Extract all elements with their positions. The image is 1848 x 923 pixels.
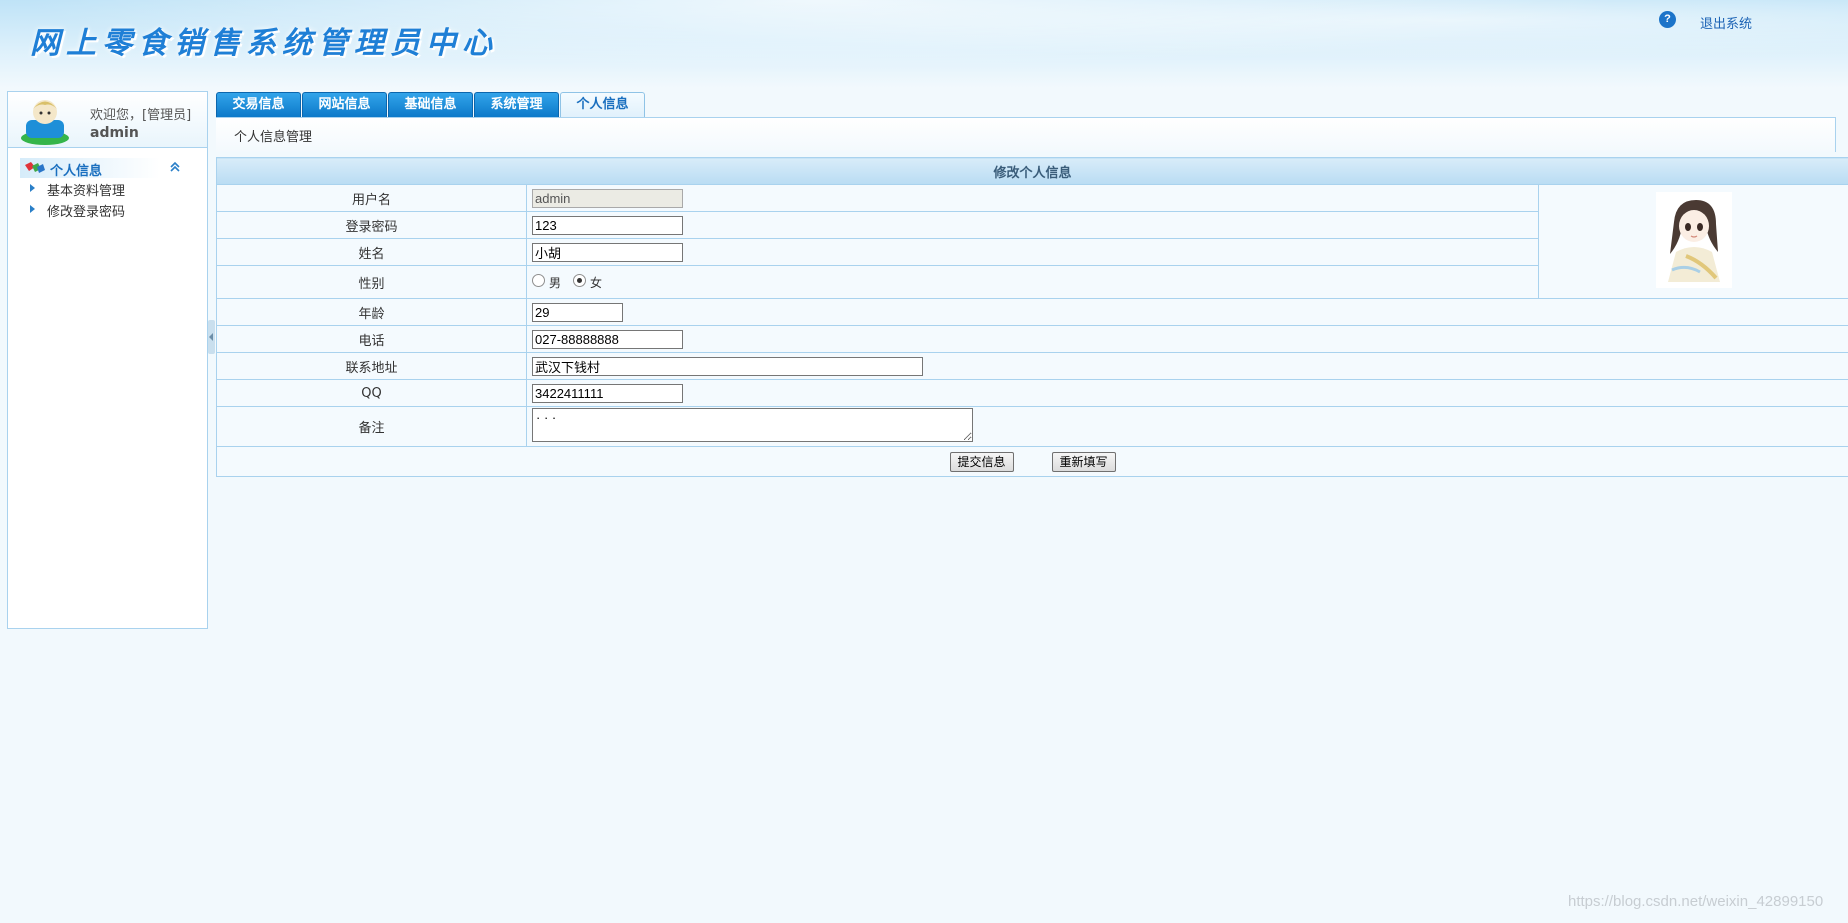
- address-field[interactable]: [532, 356, 923, 376]
- qq-label: QQ: [216, 379, 527, 407]
- sidebar-item-label: 基本资料管理: [47, 184, 126, 199]
- name-field[interactable]: [532, 242, 683, 262]
- phone-field[interactable]: [532, 329, 683, 349]
- qq-field[interactable]: [532, 383, 683, 403]
- profile-photo: [1655, 191, 1732, 288]
- watermark-text: https://blog.csdn.net/weixin_42899150: [1568, 893, 1824, 910]
- gender-radio-group: 男女: [526, 265, 1539, 299]
- menu-group-personal-info[interactable]: 个人信息: [20, 158, 207, 179]
- age-label: 年龄: [216, 298, 527, 326]
- tab-transaction-info[interactable]: 交易信息: [216, 92, 301, 117]
- admin-username: admin: [90, 125, 139, 141]
- gender-male-radio[interactable]: [532, 273, 545, 287]
- edit-profile-form: 修改个人信息 用户名 登录密: [215, 157, 1848, 477]
- menu-group-label: 个人信息: [50, 164, 103, 179]
- tab-basic-info[interactable]: 基础信息: [388, 92, 473, 117]
- gender-female-radio[interactable]: [573, 273, 587, 287]
- username-field[interactable]: [532, 188, 683, 208]
- name-label: 姓名: [216, 238, 527, 266]
- sidebar: 欢迎您，[管理员] admin 个人信息 基本资料管理 修改登录密码: [7, 91, 208, 629]
- welcome-text: 欢迎您，[管理员]: [90, 108, 192, 123]
- form-actions: 提交信息 重新填写: [215, 446, 1848, 477]
- collapse-up-icon[interactable]: [169, 161, 181, 173]
- remark-textarea[interactable]: · · ·: [532, 408, 973, 442]
- profile-form-table: 修改个人信息 用户名 登录密: [215, 157, 1848, 477]
- form-caption: 修改个人信息: [215, 157, 1848, 185]
- age-field[interactable]: [532, 302, 623, 322]
- tab-personal-info[interactable]: 个人信息: [560, 92, 645, 119]
- password-field[interactable]: [532, 215, 683, 235]
- breadcrumb: 个人信息管理: [234, 130, 313, 145]
- top-banner: 网上零食销售系统管理员中心 ? 退出系统: [0, 0, 1848, 88]
- arrow-right-icon: [30, 184, 35, 192]
- system-title: 网上零食销售系统管理员中心: [30, 26, 498, 61]
- photo-cell: [1537, 184, 1848, 299]
- gender-label: 性别: [216, 265, 527, 299]
- submit-button[interactable]: 提交信息: [949, 451, 1014, 472]
- user-avatar-icon: [21, 100, 69, 145]
- breadcrumb-bar: 个人信息管理: [216, 117, 1836, 152]
- arrow-right-icon: [30, 205, 35, 213]
- gender-male-label: 男: [549, 275, 562, 290]
- reset-button[interactable]: 重新填写: [1051, 451, 1116, 472]
- sidebar-item-basic-profile[interactable]: 基本资料管理: [20, 178, 207, 199]
- password-label: 登录密码: [216, 211, 527, 239]
- tab-system-management[interactable]: 系统管理: [474, 92, 559, 117]
- sidebar-toggle-handle[interactable]: [208, 320, 215, 354]
- user-info-panel: 欢迎您，[管理员] admin: [8, 92, 207, 148]
- gender-female-label: 女: [590, 275, 603, 290]
- address-label: 联系地址: [216, 352, 527, 380]
- help-icon[interactable]: ?: [1659, 11, 1676, 28]
- sidebar-item-label: 修改登录密码: [47, 205, 126, 220]
- username-label: 用户名: [216, 184, 527, 212]
- remark-label: 备注: [216, 406, 527, 447]
- tab-website-info[interactable]: 网站信息: [302, 92, 387, 117]
- logout-link[interactable]: 退出系统: [1700, 13, 1752, 32]
- users-group-icon: [25, 162, 45, 173]
- sidebar-item-change-password[interactable]: 修改登录密码: [20, 199, 207, 220]
- phone-label: 电话: [216, 325, 527, 353]
